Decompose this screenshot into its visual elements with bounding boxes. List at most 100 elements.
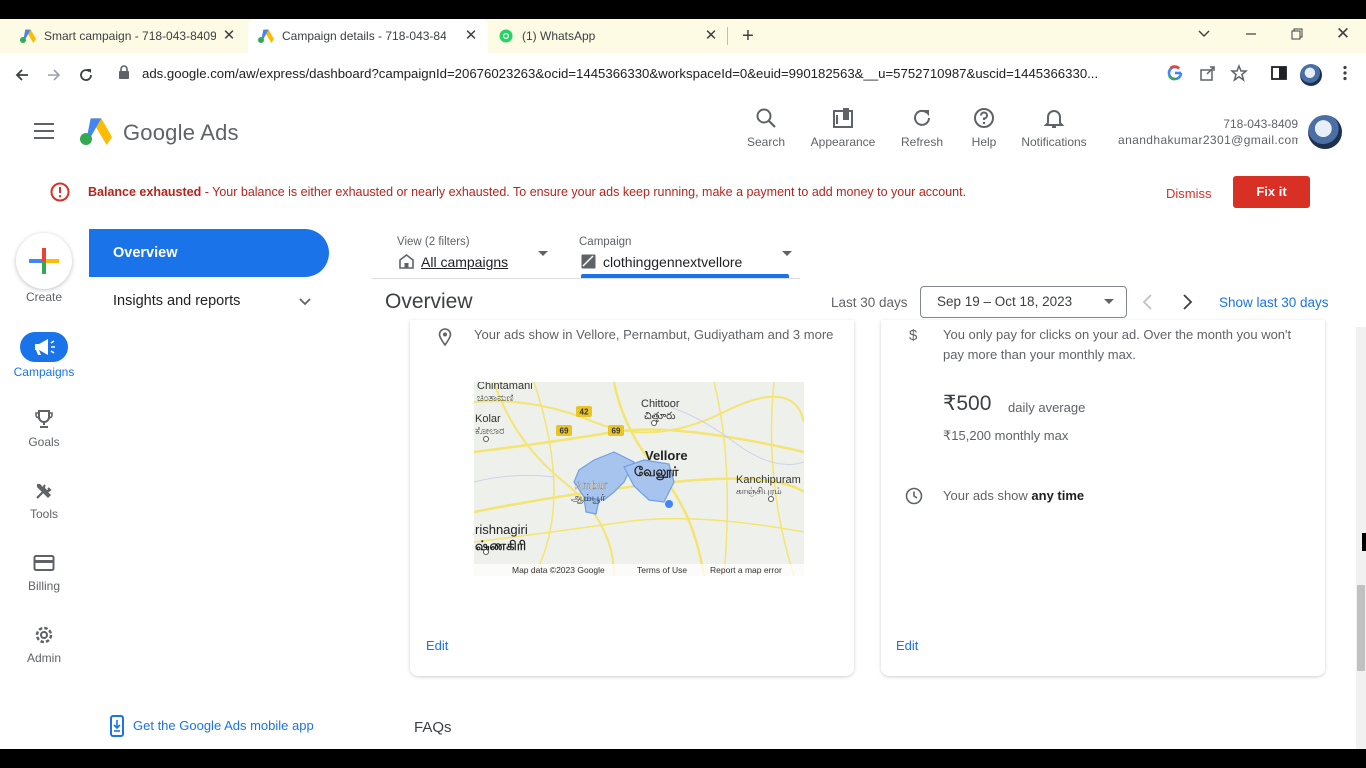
close-tab-icon[interactable]: ✕ bbox=[220, 27, 238, 45]
google-ads-logo-text[interactable]: Google Ads bbox=[123, 120, 239, 146]
map-label-krishnagiri-local: ஷ்ணகிரி bbox=[475, 539, 526, 554]
date-range-label: Last 30 days bbox=[831, 295, 908, 310]
back-arrow-icon[interactable] bbox=[9, 62, 35, 88]
megaphone-icon bbox=[35, 339, 55, 355]
clock-icon bbox=[905, 487, 923, 510]
error-circle-icon bbox=[50, 182, 70, 207]
close-tab-icon[interactable]: ✕ bbox=[462, 27, 480, 45]
monthly-max: ₹15,200 monthly max bbox=[943, 428, 1069, 443]
google-ads-favicon bbox=[258, 28, 274, 44]
previous-period-chevron-icon[interactable] bbox=[1141, 294, 1155, 315]
map-label-chittoor: Chittoor bbox=[641, 398, 680, 410]
google-lens-icon[interactable] bbox=[1166, 64, 1186, 84]
view-dropdown-caret-icon[interactable] bbox=[538, 251, 548, 256]
forward-arrow-icon[interactable] bbox=[41, 62, 67, 88]
tab-search-chevron-icon[interactable] bbox=[1184, 19, 1224, 49]
minimize-icon[interactable] bbox=[1231, 19, 1271, 49]
budget-card: $ You only pay for clicks on your ad. Ov… bbox=[881, 320, 1325, 676]
google-ads-favicon bbox=[20, 28, 36, 44]
show-last-30-days-link[interactable]: Show last 30 days bbox=[1219, 295, 1329, 310]
help-icon bbox=[974, 108, 994, 128]
map-label-ambur-local: ஆம்பூர் bbox=[571, 493, 606, 504]
profile-avatar-icon[interactable] bbox=[1300, 64, 1322, 86]
rail-campaigns-label[interactable]: Campaigns bbox=[0, 365, 88, 379]
road-shield-69: 69 bbox=[560, 427, 569, 436]
close-window-icon[interactable]: ✕ bbox=[1323, 19, 1363, 49]
create-button[interactable] bbox=[16, 233, 72, 289]
restore-icon[interactable] bbox=[1277, 19, 1317, 49]
search-button[interactable]: Search bbox=[742, 107, 790, 149]
browser-tab-strip: Smart campaign - 718-043-8409 ✕ Campaign… bbox=[0, 19, 1366, 53]
scrollbar-thumb[interactable] bbox=[1357, 585, 1365, 671]
campaign-filter-value[interactable]: clothinggennextvellore bbox=[603, 254, 742, 270]
schedule-prefix: Your ads show bbox=[943, 488, 1032, 503]
share-icon[interactable] bbox=[1199, 64, 1219, 84]
map-data-attribution: Map data ©2023 Google bbox=[512, 565, 605, 575]
bookmark-star-icon[interactable] bbox=[1230, 63, 1250, 84]
account-id[interactable]: 718-043-8409 bbox=[1223, 117, 1298, 131]
sidenav-overview[interactable]: Overview bbox=[89, 229, 329, 277]
view-filter-label: View (2 filters) bbox=[397, 236, 470, 248]
building-icon bbox=[399, 253, 414, 274]
rail-create-label[interactable]: Create bbox=[0, 290, 88, 304]
chevron-down-icon[interactable] bbox=[298, 295, 312, 314]
view-filter-value[interactable]: All campaigns bbox=[421, 254, 508, 270]
map-label-chintamani: Chintamani bbox=[477, 382, 533, 392]
screen: Smart campaign - 718-043-8409 ✕ Campaign… bbox=[0, 0, 1366, 768]
next-period-chevron-icon[interactable] bbox=[1180, 294, 1194, 315]
map-label-krishnagiri: rishnagiri bbox=[475, 522, 528, 537]
daily-budget-label: daily average bbox=[1008, 400, 1086, 415]
reload-icon[interactable] bbox=[73, 62, 99, 88]
side-panel-icon[interactable] bbox=[1270, 64, 1290, 84]
campaign-dropdown-caret-icon[interactable] bbox=[782, 251, 792, 256]
account-email[interactable]: anandhakumar2301@gmail.com bbox=[1118, 133, 1298, 147]
schedule-text: Your ads show any time bbox=[943, 488, 1084, 503]
dismiss-button[interactable]: Dismiss bbox=[1166, 186, 1212, 201]
dollar-icon: $ bbox=[909, 327, 918, 344]
road-shield-69: 69 bbox=[612, 427, 621, 436]
browser-tab-smart-campaign[interactable]: Smart campaign - 718-043-8409 ✕ bbox=[10, 19, 246, 53]
rail-goals[interactable]: Goals bbox=[0, 409, 88, 449]
location-map[interactable]: 42 69 69 Chintamani ಚಿಂತಾಮಣಿ Kolar ಕೋಲಾರ… bbox=[474, 382, 804, 576]
search-icon bbox=[756, 108, 776, 128]
google-ads-logo-icon[interactable] bbox=[80, 117, 112, 150]
browser-tab-whatsapp[interactable]: (1) WhatsApp ✕ bbox=[490, 19, 728, 53]
refresh-button[interactable]: Refresh bbox=[896, 107, 948, 149]
account-avatar[interactable] bbox=[1308, 115, 1342, 149]
browser-tab-campaign-details[interactable]: Campaign details - 718-043-8409 ✕ bbox=[248, 19, 488, 53]
location-pin-icon bbox=[438, 328, 452, 351]
address-bar-url[interactable]: ads.google.com/aw/express/dashboard?camp… bbox=[142, 66, 1162, 81]
tab-title: Campaign details - 718-043-8409 bbox=[282, 29, 446, 43]
lock-icon[interactable] bbox=[118, 65, 130, 84]
map-label-kanchipuram-local: காஞ்சிபுரம் bbox=[736, 487, 782, 497]
rail-billing[interactable]: Billing bbox=[0, 553, 88, 593]
close-tab-icon[interactable]: ✕ bbox=[702, 27, 720, 45]
map-label-chintamani-local: ಚಿಂತಾಮಣಿ bbox=[477, 393, 514, 404]
map-label-vellore-local: வேலூர் bbox=[634, 465, 679, 480]
help-button[interactable]: Help bbox=[966, 107, 1002, 149]
campaigns-rail-button[interactable] bbox=[20, 332, 68, 362]
budget-edit-link[interactable]: Edit bbox=[896, 638, 918, 653]
page-title: Overview bbox=[385, 290, 473, 313]
hamburger-menu-icon[interactable] bbox=[34, 123, 54, 139]
date-range-select[interactable]: Sep 19 – Oct 18, 2023 bbox=[920, 286, 1127, 318]
sidenav-insights[interactable]: Insights and reports bbox=[113, 293, 240, 309]
notifications-label: Notifications bbox=[1021, 135, 1087, 149]
new-tab-plus-icon[interactable]: + bbox=[728, 21, 768, 51]
faqs-heading: FAQs bbox=[414, 719, 452, 736]
appearance-button[interactable]: Appearance bbox=[806, 107, 880, 149]
rail-tools[interactable]: Tools bbox=[0, 481, 88, 521]
location-edit-link[interactable]: Edit bbox=[426, 638, 448, 653]
banner-body: - Your balance is either exhausted or ne… bbox=[201, 185, 967, 199]
rail-admin[interactable]: Admin bbox=[0, 625, 88, 665]
balance-warning-banner: Balance exhausted - Your balance is eith… bbox=[0, 171, 1366, 215]
rail-admin-label: Admin bbox=[26, 651, 61, 665]
budget-description: You only pay for clicks on your ad. Over… bbox=[943, 327, 1292, 362]
date-caret-icon bbox=[1104, 299, 1114, 304]
fix-it-button[interactable]: Fix it bbox=[1233, 176, 1310, 208]
more-menu-icon[interactable] bbox=[1336, 64, 1356, 84]
mobile-app-link[interactable]: Get the Google Ads mobile app bbox=[110, 715, 314, 740]
notifications-button[interactable]: Notifications bbox=[1014, 107, 1094, 149]
refresh-label: Refresh bbox=[900, 135, 944, 149]
map-label-vellore: Vellore bbox=[645, 448, 688, 463]
